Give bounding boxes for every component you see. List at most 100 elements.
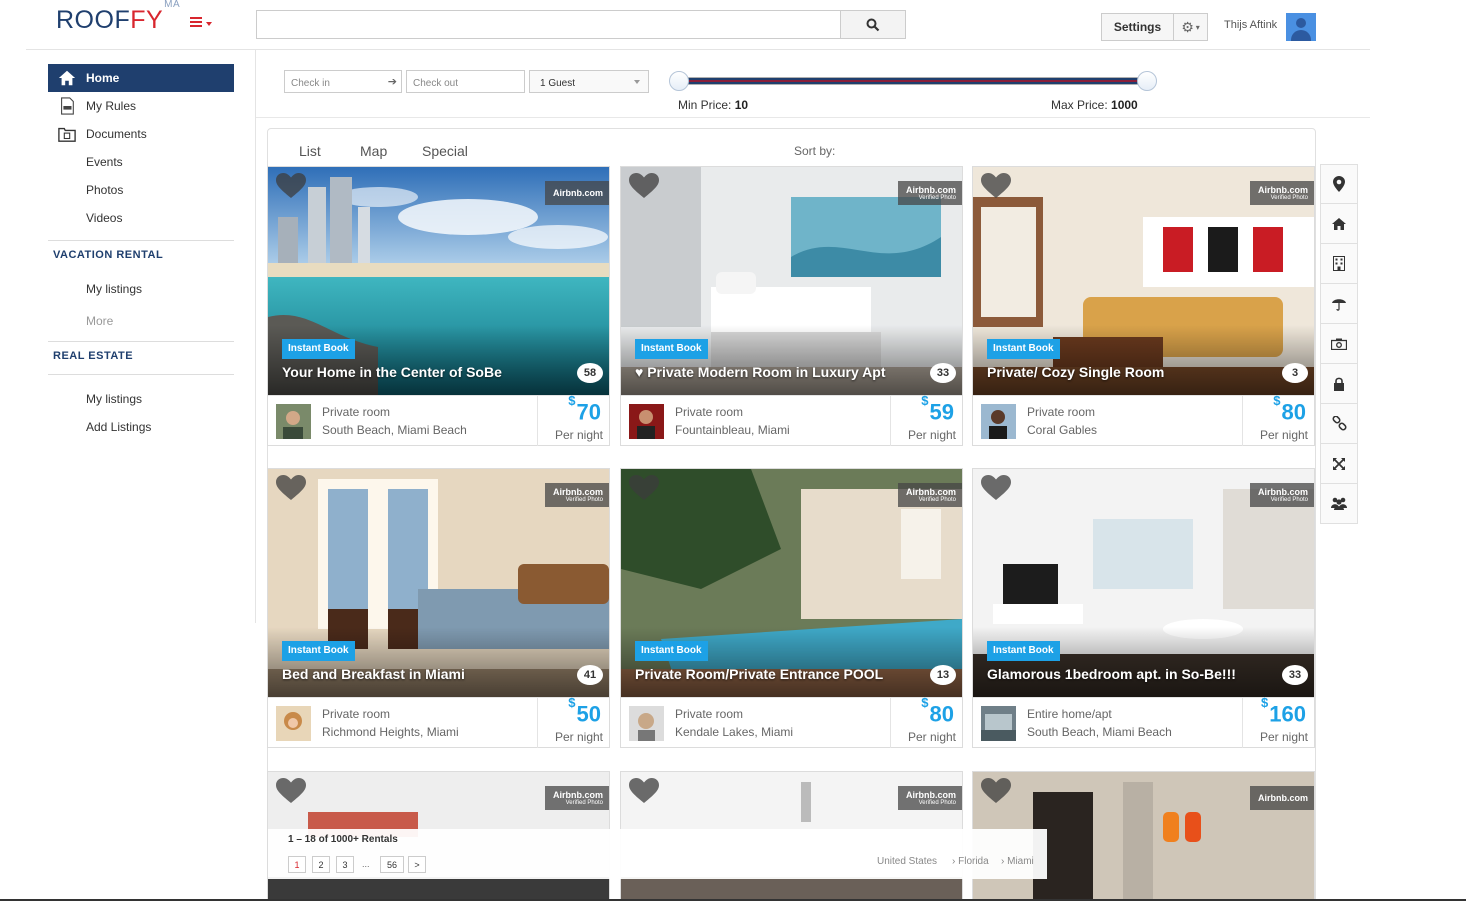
listing-info: Private room South Beach, Miami Beach $7… xyxy=(268,393,609,446)
heart-icon[interactable] xyxy=(981,173,1011,199)
instant-book-badge[interactable]: Instant Book xyxy=(635,641,708,661)
listing-title[interactable]: Your Home in the Center of SoBe xyxy=(282,364,502,380)
gear-dropdown-button[interactable]: ⚙ ▾ xyxy=(1173,13,1208,41)
settings-button[interactable]: Settings xyxy=(1101,13,1174,41)
airbnb-verified-badge: Airbnb.com Verified Photo xyxy=(897,181,962,205)
search-button[interactable] xyxy=(840,10,906,39)
price-slider-track[interactable] xyxy=(680,77,1147,85)
listing-title[interactable]: Bed and Breakfast in Miami xyxy=(282,666,465,682)
rail-home-button[interactable] xyxy=(1320,204,1358,244)
listing-title[interactable]: Private Room/Private Entrance POOL xyxy=(635,666,883,682)
sidebar-item-my-rules[interactable]: My Rules xyxy=(48,92,234,120)
host-avatar[interactable] xyxy=(629,404,664,439)
listing-title[interactable]: ♥ Private Modern Room in Luxury Apt xyxy=(635,364,885,380)
heart-icon[interactable] xyxy=(981,778,1011,804)
instant-book-badge[interactable]: Instant Book xyxy=(282,339,355,359)
sidebar-item-documents[interactable]: Documents xyxy=(48,120,234,148)
tab-special[interactable]: Special xyxy=(422,143,468,159)
page-1[interactable]: 1 xyxy=(288,856,306,873)
rail-users-button[interactable] xyxy=(1320,484,1358,524)
sidebar-item-vacation-my-listings[interactable]: My listings xyxy=(48,275,234,303)
users-icon xyxy=(1331,497,1347,510)
rail-map-marker-button[interactable] xyxy=(1320,164,1358,204)
menu-toggle-icon[interactable] xyxy=(190,14,216,32)
rail-expand-button[interactable] xyxy=(1320,444,1358,484)
host-avatar[interactable] xyxy=(629,706,664,741)
listing-card[interactable]: Airbnb.com Verified Photo Instant Book Gl… xyxy=(972,468,1315,748)
tab-map[interactable]: Map xyxy=(360,143,387,159)
review-count-bubble: 33 xyxy=(930,363,956,383)
search-input[interactable] xyxy=(256,10,841,39)
price-value: $50 xyxy=(568,695,601,727)
rail-building-button[interactable] xyxy=(1320,244,1358,284)
price-box: $59 Per night xyxy=(890,393,962,446)
app-root: ROOFFYMA Settings ⚙ ▾ Thijs Aftink Home M… xyxy=(0,0,1466,901)
logo-main-text: ROOF xyxy=(56,6,131,34)
heart-icon[interactable] xyxy=(629,173,659,199)
room-type: Private room xyxy=(675,405,744,419)
instant-book-badge[interactable]: Instant Book xyxy=(282,641,355,661)
per-night-label: Per night xyxy=(1259,428,1308,442)
listing-title[interactable]: Glamorous 1bedroom apt. in So-Be!!! xyxy=(987,666,1236,682)
listing-card[interactable]: Airbnb.com Verified Photo Instant Book Pr… xyxy=(620,468,963,748)
chevron-down-icon xyxy=(634,80,640,84)
sidebar-item-label: Home xyxy=(86,71,120,85)
sidebar-item-home[interactable]: Home xyxy=(48,64,234,92)
check-out-field[interactable]: Check out xyxy=(406,70,525,93)
host-avatar[interactable] xyxy=(981,706,1016,741)
heart-icon[interactable] xyxy=(276,778,306,804)
breadcrumb-city[interactable]: › Miami xyxy=(1001,856,1034,867)
listing-info: Private room Fountainbleau, Miami $59 Pe… xyxy=(621,393,962,446)
page-3[interactable]: 3 xyxy=(336,856,354,873)
host-avatar[interactable] xyxy=(981,404,1016,439)
listing-card[interactable]: Airbnb.com Instant Book Your Home in the… xyxy=(267,166,610,446)
next-page[interactable]: > xyxy=(408,856,426,873)
page-56[interactable]: 56 xyxy=(380,856,404,873)
instant-book-badge[interactable]: Instant Book xyxy=(987,339,1060,359)
rail-link-button[interactable] xyxy=(1320,404,1358,444)
user-avatar[interactable] xyxy=(1286,13,1316,41)
review-count-bubble: 33 xyxy=(1282,665,1308,685)
arrow-right-icon: ➔ xyxy=(387,76,397,88)
breadcrumb-state[interactable]: › Florida xyxy=(952,856,989,867)
user-name[interactable]: Thijs Aftink xyxy=(1224,19,1277,31)
airbnb-verified-badge: Airbnb.com Verified Photo xyxy=(1249,181,1314,205)
heart-icon[interactable] xyxy=(629,475,659,501)
listing-card[interactable]: Airbnb.com Verified Photo Instant Book ♥ … xyxy=(620,166,963,446)
rail-lock-button[interactable] xyxy=(1320,364,1358,404)
instant-book-badge[interactable]: Instant Book xyxy=(987,641,1060,661)
instant-book-badge[interactable]: Instant Book xyxy=(635,339,708,359)
heart-icon[interactable] xyxy=(629,778,659,804)
price-value: $160 xyxy=(1261,695,1306,727)
heart-icon[interactable] xyxy=(276,475,306,501)
logo[interactable]: ROOFFYMA xyxy=(56,0,180,35)
breadcrumb-country[interactable]: United States xyxy=(877,856,937,867)
folder-icon xyxy=(58,127,76,142)
sidebar-item-realestate-my-listings[interactable]: My listings xyxy=(48,385,234,413)
umbrella-icon xyxy=(1332,298,1346,311)
max-price-handle[interactable] xyxy=(1137,71,1157,91)
guest-select[interactable]: 1 Guest xyxy=(529,70,649,93)
sidebar-item-videos[interactable]: Videos xyxy=(48,204,234,232)
listing-card[interactable]: Airbnb.com Verified Photo Instant Book Pr… xyxy=(972,166,1315,446)
airbnb-badge: Airbnb.com xyxy=(1249,786,1314,810)
rail-camera-button[interactable] xyxy=(1320,324,1358,364)
rail-umbrella-button[interactable] xyxy=(1320,284,1358,324)
sort-by-label[interactable]: Sort by: xyxy=(794,144,835,158)
sidebar-item-more[interactable]: More xyxy=(48,307,234,335)
check-in-field[interactable]: Check in ➔ xyxy=(284,70,402,93)
host-avatar[interactable] xyxy=(276,706,311,741)
tab-list[interactable]: List xyxy=(299,143,321,159)
heart-icon[interactable] xyxy=(276,173,306,199)
sidebar-item-add-listings[interactable]: Add Listings xyxy=(48,413,234,441)
min-price-handle[interactable] xyxy=(669,71,689,91)
page-2[interactable]: 2 xyxy=(312,856,330,873)
heart-icon[interactable] xyxy=(981,475,1011,501)
building-icon xyxy=(1333,256,1345,271)
listing-title[interactable]: Private/ Cozy Single Room xyxy=(987,364,1164,380)
sidebar-item-photos[interactable]: Photos xyxy=(48,176,234,204)
host-avatar[interactable] xyxy=(276,404,311,439)
sidebar-item-events[interactable]: Events xyxy=(48,148,234,176)
sidebar-item-label: More xyxy=(86,314,114,328)
listing-card[interactable]: Airbnb.com Verified Photo Instant Book Be… xyxy=(267,468,610,748)
